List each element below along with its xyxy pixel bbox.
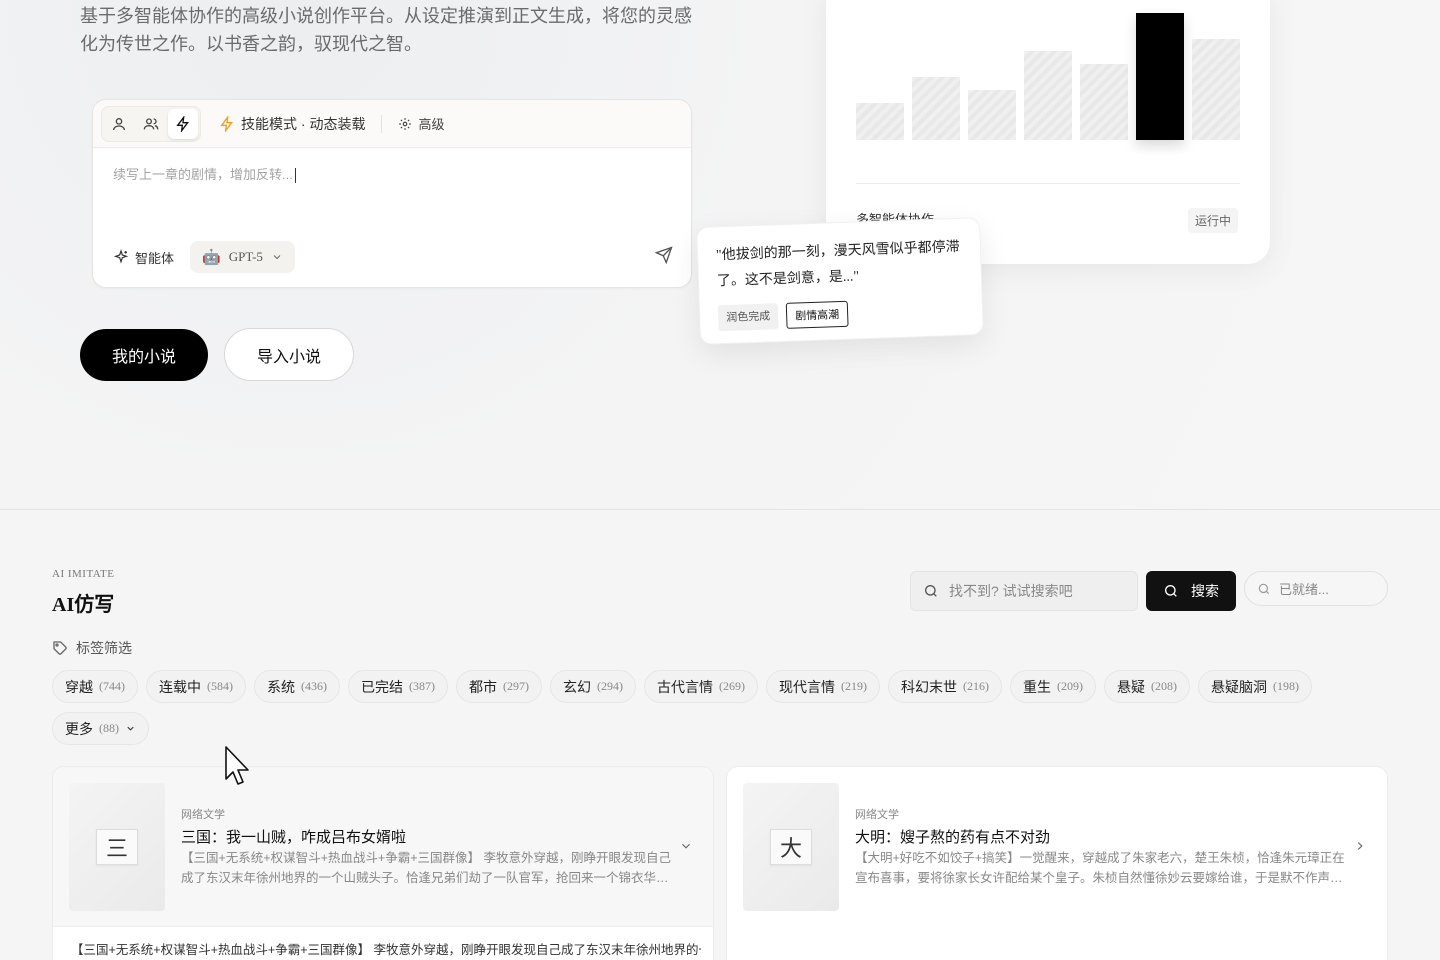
lightning-icon: [220, 115, 233, 132]
chart-bar: [1136, 13, 1184, 140]
tag-chip[interactable]: 穿越 (744): [52, 670, 138, 703]
tag-chip[interactable]: 悬疑脑洞 (198): [1198, 670, 1312, 703]
expand-button[interactable]: [679, 839, 693, 858]
more-tags-button[interactable]: 更多 (88): [52, 712, 149, 745]
model-selector[interactable]: 🤖 GPT-5: [190, 241, 295, 273]
chart-bar: [968, 90, 1016, 140]
lightning-icon: [176, 115, 189, 132]
cover-char: 大: [770, 829, 812, 865]
composer-toolbar: 技能模式 · 动态装载 高级: [93, 100, 691, 148]
chevron-down-icon: [682, 843, 690, 849]
skill-mode-button[interactable]: [168, 108, 198, 139]
book-category: 网络文学: [855, 809, 899, 821]
search-input[interactable]: 找不到? 试试搜索吧: [910, 571, 1138, 611]
prompt-input[interactable]: 续写上一章的剧情，增加反转...: [113, 164, 296, 184]
chevron-down-icon: [127, 726, 134, 731]
single-agent-mode-button[interactable]: [104, 109, 134, 139]
prompt-input-text: 续写上一章的剧情，增加反转...: [113, 167, 293, 182]
section-title: AI仿写: [52, 594, 115, 616]
tag-icon: [53, 641, 67, 655]
book-cover: 大: [743, 783, 839, 911]
chevron-down-icon: [273, 255, 281, 260]
tag-filter-label: 标签筛选: [52, 638, 132, 658]
book-full-intro: 【三国+无系统+权谋智斗+热血战斗+争霸+三国群像】 李牧意外穿越，刚睁开眼发现…: [71, 943, 701, 957]
card-divider: [856, 183, 1240, 184]
book-cover: 三: [69, 783, 165, 911]
my-novels-button[interactable]: 我的小说: [80, 329, 208, 381]
tag-chip[interactable]: 都市 (297): [456, 670, 542, 703]
quote-tags: 润色完成 剧情高潮: [717, 300, 849, 332]
user-icon: [113, 117, 125, 130]
book-card[interactable]: 三 网络文学 三国：我一山贼，咋成吕布女婿啦 【三国+无系统+权谋智斗+热血战斗…: [52, 766, 714, 960]
tag-chip[interactable]: 系统 (436): [254, 670, 340, 703]
search-icon: [1165, 585, 1177, 597]
prompt-composer: 技能模式 · 动态装载 高级 续写上一章的剧情，增加反转... 智能体 🤖 GP…: [92, 99, 692, 288]
activity-bar-chart: [856, 13, 1240, 140]
status-badge: 运行中: [1187, 208, 1238, 233]
quote-card: "他拔剑的那一刻，漫天风雪似乎都停滞了。这不是剑意，是..." 润色完成 剧情高…: [696, 217, 984, 345]
advanced-label: 高级: [418, 117, 445, 132]
book-intro: 【大明+好吃不如饺子+搞笑】一觉醒来，穿越成了朱家老六，楚王朱桢，恰逢朱元璋正在…: [855, 851, 1345, 885]
chart-bar: [1024, 51, 1072, 140]
search-icon: [1258, 583, 1270, 594]
agent-button[interactable]: 智能体: [113, 248, 174, 267]
tag-chip[interactable]: 重生 (209): [1010, 670, 1096, 703]
mode-label: 技能模式 · 动态装载: [219, 114, 365, 134]
text-caret: [294, 168, 296, 184]
composer-footer: 智能体 🤖 GPT-5: [113, 241, 673, 273]
sparkle-icon: [113, 249, 129, 264]
search-placeholder: 找不到? 试试搜索吧: [949, 583, 1073, 599]
tag-chip[interactable]: 玄幻 (294): [550, 670, 636, 703]
section-kicker: AI IMITATE: [52, 568, 115, 580]
status-text: 已就绪...: [1279, 582, 1329, 597]
mode-label-text: 技能模式 · 动态装载: [241, 115, 366, 132]
robot-icon: 🤖: [202, 249, 221, 266]
ai-imitate-section: AI IMITATE AI仿写 找不到? 试试搜索吧 搜索 已就绪... 标签筛…: [0, 510, 1440, 960]
tag-chip[interactable]: 连载中 (584): [146, 670, 246, 703]
hero-section: 基于多智能体协作的高级小说创作平台。从设定推演到正文生成，将您的灵感化为传世之作…: [0, 0, 1440, 510]
multi-agent-mode-button[interactable]: [136, 109, 166, 139]
filter-label-text: 标签筛选: [76, 640, 132, 656]
book-title: 三国：我一山贼，咋成吕布女婿啦: [181, 830, 407, 846]
chart-bar: [912, 77, 960, 140]
book-title: 大明：嫂子熬的药有点不对劲: [855, 830, 1051, 846]
model-name: GPT-5: [228, 249, 263, 264]
quote-tag: 剧情高潮: [785, 300, 849, 329]
book-card[interactable]: 大 网络文学 大明：嫂子熬的药有点不对劲 【大明+好吃不如饺子+搞笑】一觉醒来，…: [726, 766, 1388, 960]
tag-chip[interactable]: 古代言情 (269): [644, 670, 758, 703]
search-button-label: 搜索: [1191, 583, 1219, 599]
send-icon: [654, 245, 673, 264]
search-icon: [925, 585, 937, 597]
cover-char: 三: [96, 829, 138, 865]
quote-text: "他拔剑的那一刻，漫天风雪似乎都停滞了。这不是剑意，是...": [715, 239, 960, 290]
tag-chip[interactable]: 现代言情 (219): [766, 670, 880, 703]
book-intro: 【三国+无系统+权谋智斗+热血战斗+争霸+三国群像】 李牧意外穿越，刚睁开眼发现…: [181, 851, 671, 885]
mouse-cursor-icon: [225, 746, 249, 785]
import-novel-button[interactable]: 导入小说: [224, 328, 354, 381]
advanced-settings-button[interactable]: 高级: [398, 114, 444, 133]
agent-label: 智能体: [135, 250, 175, 266]
mode-switcher: [101, 105, 201, 142]
quote-tag: 润色完成: [717, 303, 779, 332]
search-status: 已就绪...: [1244, 571, 1388, 606]
chart-bar: [1192, 39, 1240, 140]
book-category: 网络文学: [181, 809, 225, 821]
hero-description: 基于多智能体协作的高级小说创作平台。从设定推演到正文生成，将您的灵感化为传世之作…: [80, 6, 692, 54]
open-button[interactable]: [1353, 839, 1367, 858]
chart-bar: [856, 103, 904, 140]
tag-chip[interactable]: 已完结 (387): [348, 670, 448, 703]
tag-chip[interactable]: 悬疑 (208): [1104, 670, 1190, 703]
send-button[interactable]: [654, 245, 673, 269]
chevron-right-icon: [1357, 842, 1363, 850]
gear-icon: [399, 117, 412, 130]
users-icon: [143, 117, 159, 129]
chart-bar: [1080, 64, 1128, 140]
tag-chip[interactable]: 科幻末世 (216): [888, 670, 1002, 703]
toolbar-divider: [381, 114, 383, 133]
search-button[interactable]: 搜索: [1146, 571, 1236, 611]
